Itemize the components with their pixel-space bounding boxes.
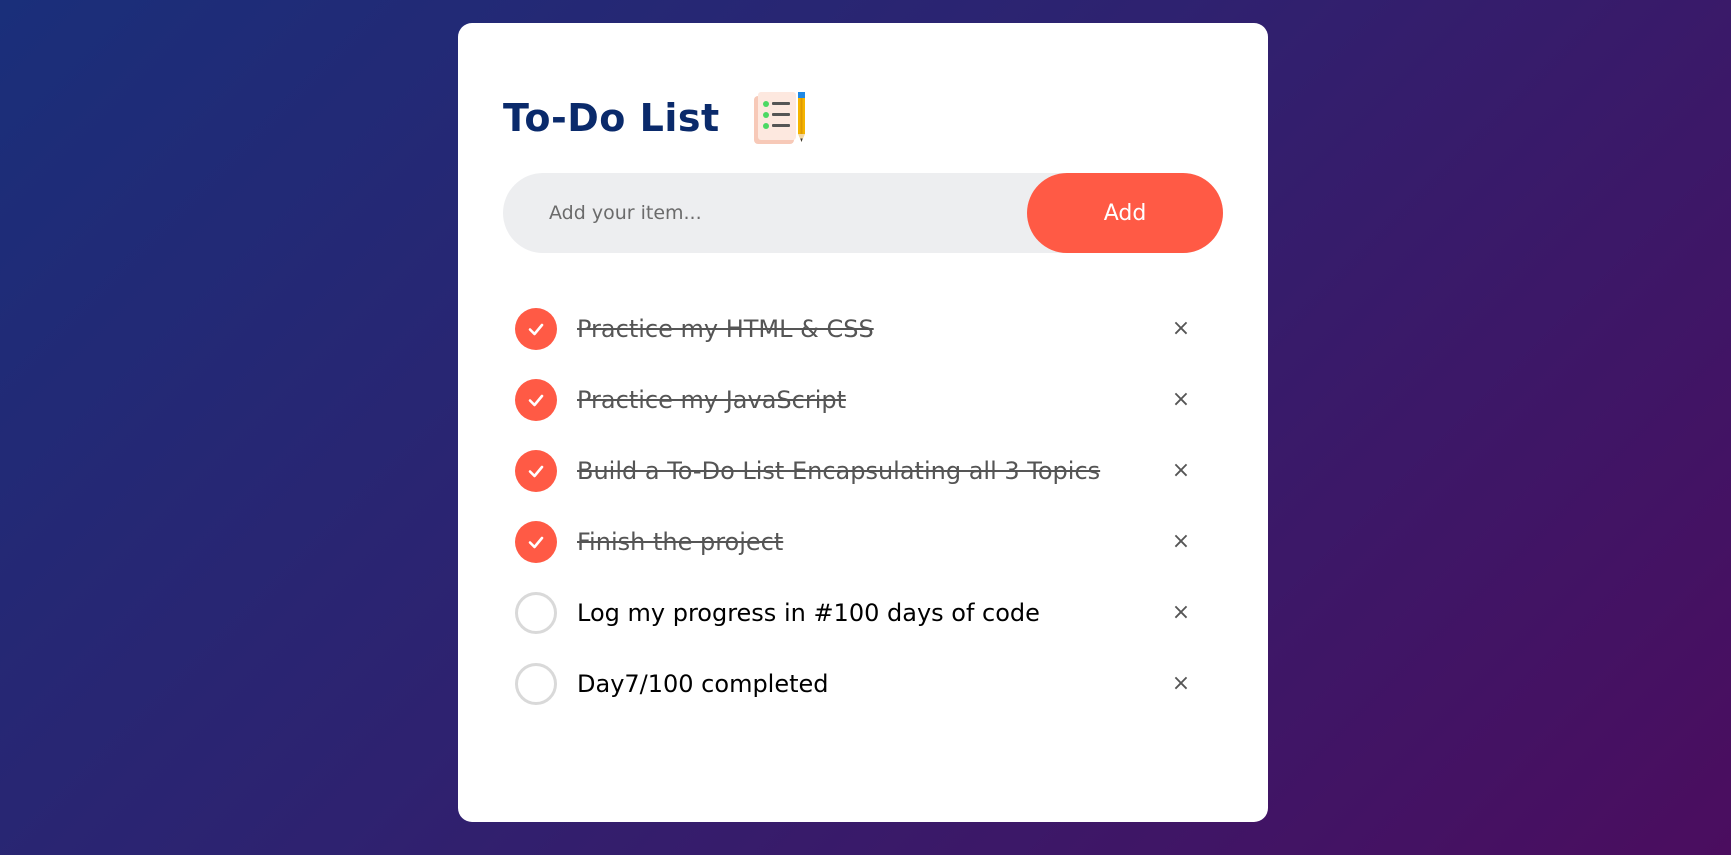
add-item-bar: Add — [503, 172, 1223, 254]
todo-item-text: Log my progress in #100 days of code — [577, 598, 1040, 627]
todo-item[interactable]: Practice my JavaScript × — [503, 364, 1223, 435]
checked-circle-icon[interactable] — [515, 307, 557, 350]
unchecked-circle-icon[interactable] — [515, 662, 557, 705]
todo-item[interactable]: Practice my HTML & CSS × — [503, 293, 1223, 364]
checked-circle-icon[interactable] — [515, 449, 557, 492]
todo-item[interactable]: Log my progress in #100 days of code × — [503, 577, 1223, 648]
todo-item[interactable]: Finish the project × — [503, 506, 1223, 577]
page-title: To-Do List — [503, 96, 720, 140]
close-icon[interactable]: × — [1169, 387, 1193, 412]
add-button[interactable]: Add — [1027, 173, 1223, 253]
close-icon[interactable]: × — [1169, 529, 1193, 554]
todo-item[interactable]: Build a To-Do List Encapsulating all 3 T… — [503, 435, 1223, 506]
close-icon[interactable]: × — [1169, 600, 1193, 625]
checklist-notepad-pencil-icon — [750, 90, 808, 146]
todo-item-text: Finish the project — [577, 527, 784, 556]
checked-circle-icon[interactable] — [515, 520, 557, 563]
close-icon[interactable]: × — [1169, 671, 1193, 696]
todo-item[interactable]: Day7/100 completed × — [503, 648, 1223, 719]
close-icon[interactable]: × — [1169, 458, 1193, 483]
todo-list: Practice my HTML & CSS × Practice my Jav… — [503, 293, 1223, 719]
unchecked-circle-icon[interactable] — [515, 591, 557, 634]
header: To-Do List — [503, 83, 1223, 153]
close-icon[interactable]: × — [1169, 316, 1193, 341]
todo-card: To-Do List Add your item... Add Practice… — [458, 23, 1268, 822]
todo-item-text: Day7/100 completed — [577, 669, 829, 698]
checked-circle-icon[interactable] — [515, 378, 557, 421]
todo-item-text: Practice my JavaScript — [577, 385, 847, 414]
todo-item-text: Build a To-Do List Encapsulating all 3 T… — [577, 456, 1101, 485]
todo-item-text: Practice my HTML & CSS — [577, 314, 874, 343]
